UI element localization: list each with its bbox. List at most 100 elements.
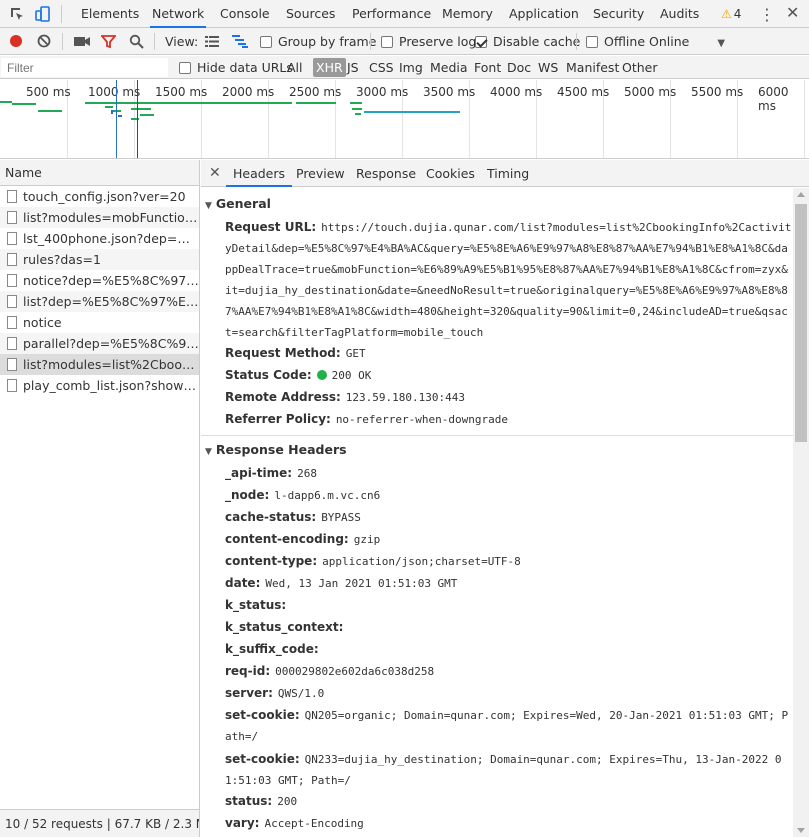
filter-type-css[interactable]: CSS <box>369 56 394 79</box>
tab-performance[interactable]: Performance <box>350 0 433 28</box>
request-row[interactable]: parallel?dep=%E5%8C%97%E... <box>0 333 199 354</box>
toolbar-divider <box>61 5 62 23</box>
tab-sources[interactable]: Sources <box>284 0 337 28</box>
details-tab-bar: ✕ Headers Preview Response Cookies Timin… <box>201 160 809 187</box>
request-row[interactable]: notice?dep=%E5%8C%97%E4... <box>0 270 199 291</box>
network-overview-timeline[interactable]: 500 ms 1000 ms 1500 ms 2000 ms 2500 ms 3… <box>0 80 809 159</box>
throttling-select[interactable]: Online ▼ <box>649 28 725 55</box>
tab-application[interactable]: Application <box>507 0 581 28</box>
request-url-key: Request URL: <box>225 220 317 234</box>
view-label: View: <box>165 34 199 49</box>
clear-icon[interactable] <box>37 34 51 48</box>
file-icon <box>7 358 17 371</box>
inspect-element-icon[interactable] <box>9 6 25 22</box>
disable-cache-checkbox[interactable]: Disable cache <box>475 28 580 55</box>
request-row[interactable]: list?modules=mobFunction,co... <box>0 207 199 228</box>
filter-input[interactable] <box>1 58 168 77</box>
request-row[interactable]: play_comb_list.json?showMinLi... <box>0 375 199 396</box>
request-row[interactable]: list?dep=%E5%8C%97%E4%B... <box>0 291 199 312</box>
tab-preview[interactable]: Preview <box>296 160 345 187</box>
hide-data-urls-checkbox[interactable]: Hide data URLs <box>179 56 293 79</box>
large-request-rows-icon[interactable] <box>205 36 219 47</box>
request-row[interactable]: notice <box>0 312 199 333</box>
filter-type-font[interactable]: Font <box>474 56 501 79</box>
tab-cookies[interactable]: Cookies <box>426 160 475 187</box>
response-header-key: content-encoding: <box>225 532 349 546</box>
offline-checkbox[interactable]: Offline <box>586 28 645 55</box>
request-bar <box>130 102 292 104</box>
request-details: ✕ Headers Preview Response Cookies Timin… <box>201 160 809 837</box>
response-header-value: Accept-Encoding <box>264 817 364 830</box>
request-row[interactable]: rules?das=1 <box>0 249 199 270</box>
tab-console[interactable]: Console <box>218 0 272 28</box>
tab-audits[interactable]: Audits <box>658 0 701 28</box>
timeline-tick-label: 5000 ms <box>624 85 677 99</box>
request-bar <box>12 103 36 105</box>
response-header-key: k_status: <box>225 598 287 612</box>
remote-address-value: 123.59.180.130:443 <box>345 391 466 404</box>
filter-type-xhr[interactable]: XHR <box>313 58 346 77</box>
file-icon <box>7 190 17 203</box>
filter-type-media[interactable]: Media <box>430 56 468 79</box>
scrollbar-thumb[interactable] <box>795 204 807 442</box>
checkbox-icon <box>586 36 598 48</box>
status-code-value: 200 OK <box>331 369 372 382</box>
tab-network[interactable]: Network <box>150 0 207 28</box>
referrer-policy-row: Referrer Policy: no-referrer-when-downgra… <box>225 409 793 430</box>
filter-type-all[interactable]: All <box>287 56 303 79</box>
scroll-down-icon[interactable] <box>797 828 805 833</box>
preserve-log-checkbox[interactable]: Preserve log <box>381 28 476 55</box>
filter-type-img[interactable]: Img <box>399 56 423 79</box>
close-details-icon[interactable]: ✕ <box>209 165 221 181</box>
request-method-value: GET <box>345 347 366 360</box>
response-header-row: set-cookie: QN233=dujia_hy_destination; D… <box>225 749 793 791</box>
general-section-toggle[interactable]: ▼ General <box>205 196 271 211</box>
filter-type-ws[interactable]: WS <box>538 56 558 79</box>
scroll-up-icon[interactable] <box>797 192 805 197</box>
group-by-frame-checkbox[interactable]: Group by frame <box>260 28 376 55</box>
toolbar-divider <box>370 33 371 50</box>
checkbox-icon <box>179 62 191 74</box>
request-bar <box>113 110 121 112</box>
tab-response[interactable]: Response <box>356 160 416 187</box>
details-scrollbar[interactable] <box>793 188 809 837</box>
network-toolbar: View: Group by frame Preserve log Disabl… <box>0 28 809 55</box>
warnings-counter[interactable]: ⚠ 4 <box>721 0 741 28</box>
record-icon[interactable] <box>9 34 23 48</box>
device-toolbar-icon[interactable] <box>35 6 51 22</box>
request-bar <box>118 115 122 117</box>
filter-type-js[interactable]: JS <box>347 56 359 79</box>
response-header-key: status: <box>225 794 273 808</box>
timeline-tick-label: 5500 ms <box>691 85 744 99</box>
search-icon[interactable] <box>129 34 144 49</box>
file-icon <box>7 211 17 224</box>
waterfall-overview-icon[interactable] <box>232 35 248 48</box>
referrer-policy-key: Referrer Policy: <box>225 412 331 426</box>
request-bar <box>364 111 460 113</box>
response-header-value: 268 <box>297 467 317 480</box>
response-header-value: gzip <box>353 533 381 546</box>
capture-screenshots-icon[interactable] <box>74 36 90 47</box>
request-row[interactable]: touch_config.json?ver=20 <box>0 186 199 207</box>
tab-headers[interactable]: Headers <box>226 160 293 187</box>
more-options-icon[interactable]: ⋮ <box>759 5 775 24</box>
close-icon[interactable]: ✕ <box>786 3 799 22</box>
filter-icon[interactable] <box>101 34 116 49</box>
filter-type-other[interactable]: Other <box>622 56 658 79</box>
request-url-row: Request URL: https://touch.dujia.qunar.co… <box>225 217 793 343</box>
name-column-header[interactable]: Name <box>0 160 199 186</box>
filter-type-manifest[interactable]: Manifest <box>566 56 619 79</box>
tab-timing[interactable]: Timing <box>487 160 529 187</box>
tab-memory[interactable]: Memory <box>440 0 495 28</box>
filter-type-doc[interactable]: Doc <box>507 56 531 79</box>
tab-security[interactable]: Security <box>591 0 646 28</box>
tab-elements[interactable]: Elements <box>79 0 141 28</box>
response-headers-section-toggle[interactable]: ▼ Response Headers <box>205 442 347 457</box>
request-row-selected[interactable]: list?modules=list%2CbookingI... <box>0 354 199 375</box>
timeline-tick-label: 2000 ms <box>222 85 275 99</box>
response-header-key: _api-time: <box>225 466 293 480</box>
request-row[interactable]: lst_400phone.json?dep=%E5%... <box>0 228 199 249</box>
triangle-down-icon: ▼ <box>205 447 212 457</box>
response-header-row: status: 200 <box>225 791 793 812</box>
request-method-key: Request Method: <box>225 346 341 360</box>
